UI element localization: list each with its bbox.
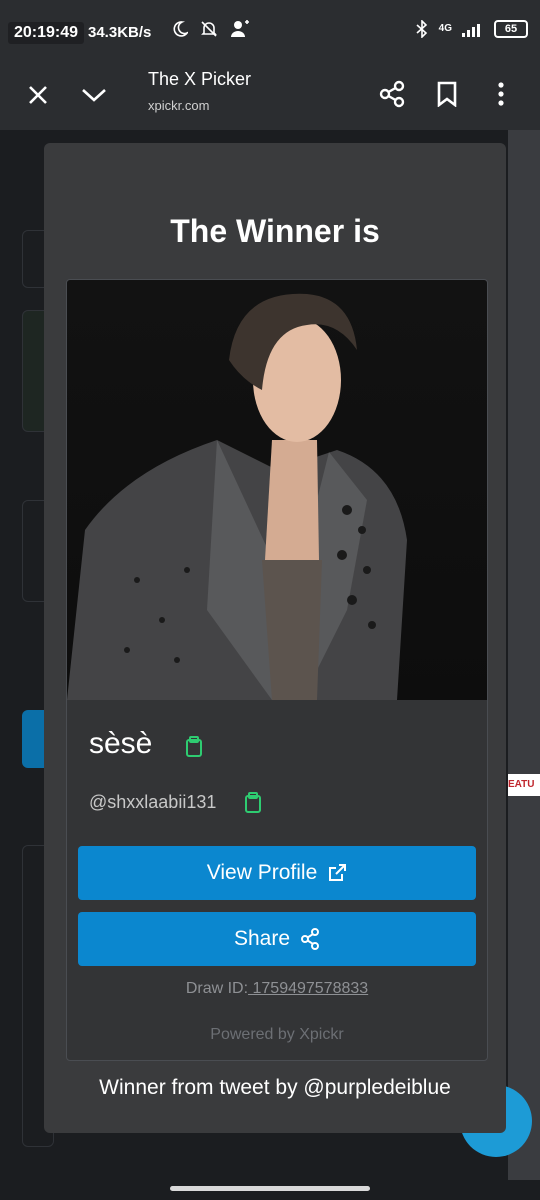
view-profile-label: View Profile: [206, 861, 318, 884]
signal-icon: [462, 24, 480, 37]
share-icon[interactable]: [373, 75, 411, 113]
chevron-down-icon[interactable]: [76, 77, 112, 113]
external-link-icon: [329, 864, 347, 881]
network-type: 4G: [438, 23, 452, 34]
status-icons-left: [172, 20, 250, 38]
status-icons-right: 4G 65: [415, 20, 528, 38]
share-icon: [301, 928, 320, 950]
bell-off-icon: [201, 21, 217, 37]
draw-id-link[interactable]: 1759497578833: [248, 980, 368, 997]
winner-source-text: Winner from tweet by @purpledeiblue: [99, 1076, 451, 1099]
draw-id: Draw ID: 1759497578833: [67, 980, 487, 998]
copy-name-icon[interactable]: [185, 736, 203, 763]
copy-handle-icon[interactable]: [244, 792, 262, 819]
battery-icon: 65: [494, 20, 528, 38]
feature-badge: EATU: [508, 774, 540, 796]
winner-name: sèsè: [89, 727, 153, 760]
status-time: 20:19:49: [8, 22, 85, 44]
view-profile-button[interactable]: View Profile: [78, 846, 476, 900]
network-speed: 34.3KB/s: [88, 24, 152, 41]
page-url: xpickr.com: [148, 98, 210, 113]
browser-toolbar: The X Picker xpickr.com: [0, 60, 540, 130]
bluetooth-icon: [416, 20, 427, 38]
share-label: Share: [233, 927, 291, 950]
status-bar: 20:19:49 34.3KB/s 4G 65: [0, 0, 540, 60]
close-icon[interactable]: [20, 77, 56, 113]
user-add-icon: [231, 20, 249, 37]
modal-title: The Winner is: [170, 213, 380, 249]
winner-handle: @shxxlaabii131: [89, 792, 217, 812]
more-options-icon[interactable]: [484, 75, 518, 113]
home-indicator[interactable]: [170, 1186, 370, 1191]
draw-id-label: Draw ID:: [185, 980, 249, 997]
powered-by[interactable]: Powered by Xpickr: [67, 1026, 487, 1044]
background-right-edge: [508, 130, 540, 1180]
winner-modal: The Winner is sèsè @shxxlaabii131 View P…: [44, 143, 506, 1133]
winner-card: sèsè @shxxlaabii131 View Profile Share D…: [66, 279, 488, 1061]
winner-photo: [67, 280, 487, 700]
page-title: The X Picker: [148, 69, 252, 89]
moon-icon: [173, 21, 188, 37]
share-button[interactable]: Share: [78, 912, 476, 966]
bookmark-icon[interactable]: [428, 75, 466, 113]
